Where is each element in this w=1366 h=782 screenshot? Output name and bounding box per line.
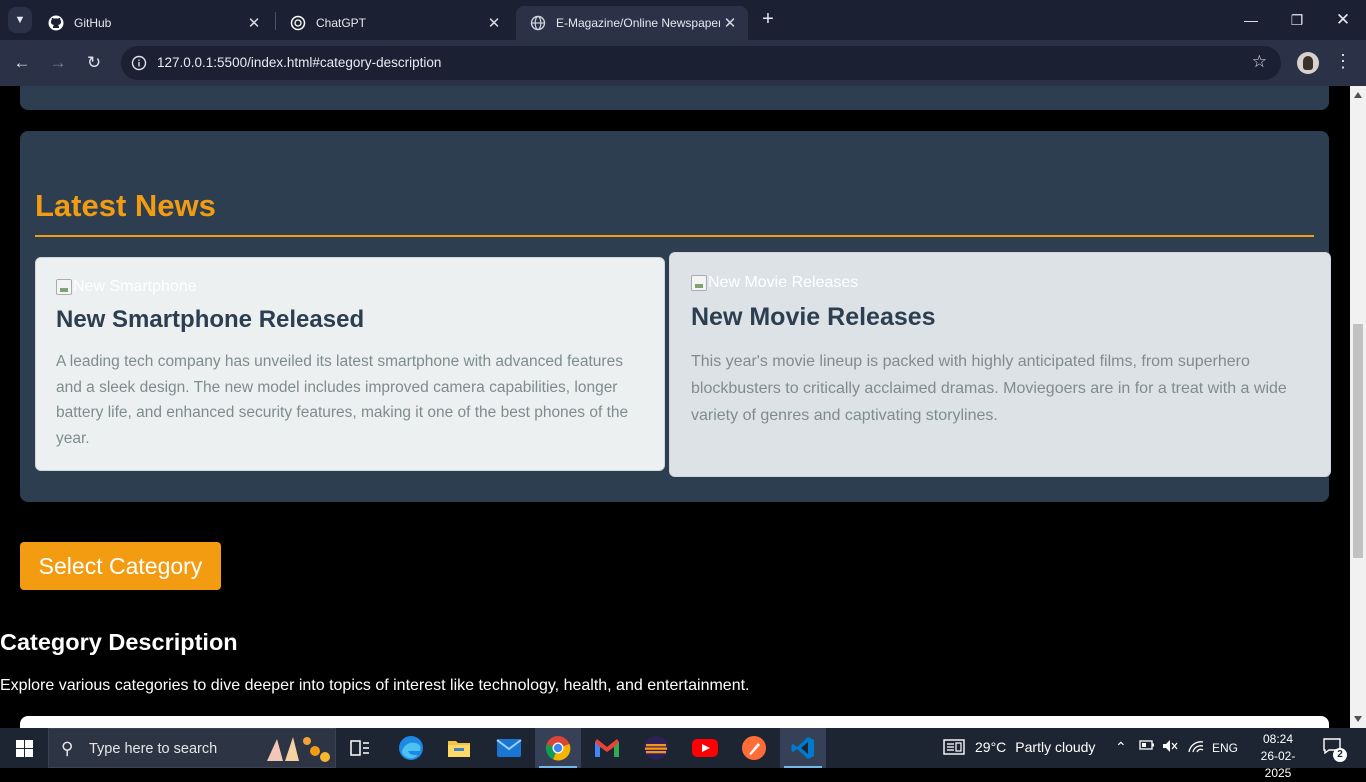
- news-weather-icon: [943, 739, 965, 755]
- scroll-down-arrow-icon[interactable]: [1354, 716, 1362, 722]
- close-tab-icon[interactable]: ✕: [244, 14, 264, 32]
- image-alt-text: New Smartphone: [73, 278, 197, 295]
- gmail-icon[interactable]: [584, 728, 630, 768]
- search-highlight-decoration-icon: [267, 737, 330, 762]
- weather-condition: Partly cloudy: [1015, 739, 1096, 755]
- search-icon: ⚲: [61, 739, 74, 758]
- back-arrow-icon[interactable]: ←: [10, 51, 34, 75]
- postman-icon[interactable]: [731, 728, 777, 768]
- category-description-heading: Category Description: [0, 629, 238, 655]
- scrollbar-thumb[interactable]: [1353, 324, 1363, 558]
- page-viewport: Latest News New Smartphone New Smartphon…: [0, 86, 1350, 728]
- show-hidden-icons-chevron-icon[interactable]: ⌃: [1115, 739, 1127, 756]
- windows-logo-icon: [15, 739, 33, 757]
- address-bar[interactable]: 127.0.0.1:5500/index.html#category-descr…: [121, 46, 1281, 80]
- windows-taskbar: ⚲ Type here to search 29°C Partly cloudy: [0, 728, 1366, 780]
- forward-arrow-icon[interactable]: →: [46, 51, 70, 75]
- task-view-icon[interactable]: [337, 728, 383, 768]
- chatgpt-icon: [290, 15, 306, 31]
- mail-icon[interactable]: [486, 728, 532, 768]
- broken-image-icon: [691, 275, 707, 291]
- close-tab-icon[interactable]: ✕: [720, 14, 740, 32]
- weather-widget[interactable]: 29°C Partly cloudy: [943, 739, 1095, 755]
- browser-toolbar: ← → ↻ 127.0.0.1:5500/index.html#category…: [0, 40, 1366, 86]
- tab-strip: ▼ GitHub ✕ ChatGPT ✕ E-Magazine/Online N…: [0, 0, 1366, 40]
- new-tab-button[interactable]: +: [757, 8, 779, 30]
- tab-e-magazine[interactable]: E-Magazine/Online Newspaper ✕: [516, 6, 748, 40]
- vscode-icon[interactable]: [780, 728, 826, 768]
- news-image-broken: New Smartphone: [56, 278, 197, 296]
- image-alt-text: New Movie Releases: [708, 274, 859, 291]
- news-card-title: New Movie Releases: [691, 303, 936, 331]
- tab-search-chevron-icon[interactable]: ▼: [8, 7, 32, 33]
- eclipse-icon[interactable]: [633, 728, 679, 768]
- scroll-up-arrow-icon[interactable]: [1354, 92, 1362, 98]
- close-window-icon[interactable]: ✕: [1320, 0, 1366, 40]
- tab-title: GitHub: [74, 16, 112, 30]
- battery-icon[interactable]: [1139, 739, 1155, 754]
- github-icon: [48, 15, 64, 31]
- next-section: [20, 716, 1329, 728]
- news-card-smartphone[interactable]: New Smartphone New Smartphone Released A…: [35, 257, 665, 471]
- minimize-icon[interactable]: —: [1228, 0, 1274, 40]
- wifi-icon[interactable]: [1187, 739, 1205, 756]
- news-card-body: A leading tech company has unveiled its …: [56, 353, 629, 447]
- speaker-muted-icon[interactable]: [1162, 739, 1178, 756]
- bookmark-star-icon[interactable]: ☆: [1252, 52, 1267, 72]
- taskbar-search-box[interactable]: ⚲ Type here to search: [48, 728, 336, 768]
- select-category-button[interactable]: Select Category: [20, 542, 221, 590]
- menu-kebab-icon[interactable]: ⋮: [1334, 51, 1352, 72]
- news-card-body: This year's movie lineup is packed with …: [691, 353, 1287, 424]
- latest-news-section: Latest News New Smartphone New Smartphon…: [20, 131, 1331, 502]
- globe-icon: [530, 15, 546, 31]
- search-placeholder: Type here to search: [89, 741, 218, 757]
- vertical-scrollbar[interactable]: [1350, 86, 1366, 728]
- news-image-broken: New Movie Releases: [691, 274, 858, 292]
- tab-title: ChatGPT: [316, 16, 367, 30]
- latest-news-heading: Latest News: [35, 188, 216, 223]
- close-tab-icon[interactable]: ✕: [484, 14, 504, 32]
- clock-date: 26-02-2025: [1260, 749, 1296, 780]
- tab-title: E-Magazine/Online Newspaper: [556, 16, 720, 30]
- taskbar-clock[interactable]: 08:24 26-02-2025: [1249, 731, 1307, 782]
- profile-avatar[interactable]: [1297, 52, 1319, 74]
- tab-github[interactable]: GitHub ✕: [34, 6, 272, 40]
- previous-section: [20, 86, 1329, 110]
- edge-icon[interactable]: [388, 728, 434, 768]
- youtube-icon[interactable]: [682, 728, 728, 768]
- tab-chatgpt[interactable]: ChatGPT ✕: [276, 6, 512, 40]
- restore-icon[interactable]: ❐: [1274, 0, 1320, 40]
- site-info-icon[interactable]: [129, 53, 149, 73]
- weather-temp: 29°C: [975, 739, 1007, 755]
- news-card-title: New Smartphone Released: [56, 306, 365, 333]
- reload-icon[interactable]: ↻: [82, 51, 106, 75]
- news-card-movies[interactable]: New Movie Releases New Movie Releases Th…: [669, 252, 1331, 477]
- language-indicator[interactable]: ENG: [1212, 741, 1238, 755]
- file-explorer-icon[interactable]: [436, 728, 482, 768]
- notification-count-badge: 2: [1333, 748, 1347, 762]
- category-description-text: Explore various categories to dive deepe…: [0, 677, 750, 694]
- url-text[interactable]: 127.0.0.1:5500/index.html#category-descr…: [157, 55, 441, 70]
- clock-time: 08:24: [1262, 732, 1294, 746]
- heading-underline: [35, 235, 1314, 237]
- chrome-icon[interactable]: [535, 728, 581, 768]
- broken-image-icon: [56, 279, 72, 295]
- windows-start-button[interactable]: [0, 728, 48, 768]
